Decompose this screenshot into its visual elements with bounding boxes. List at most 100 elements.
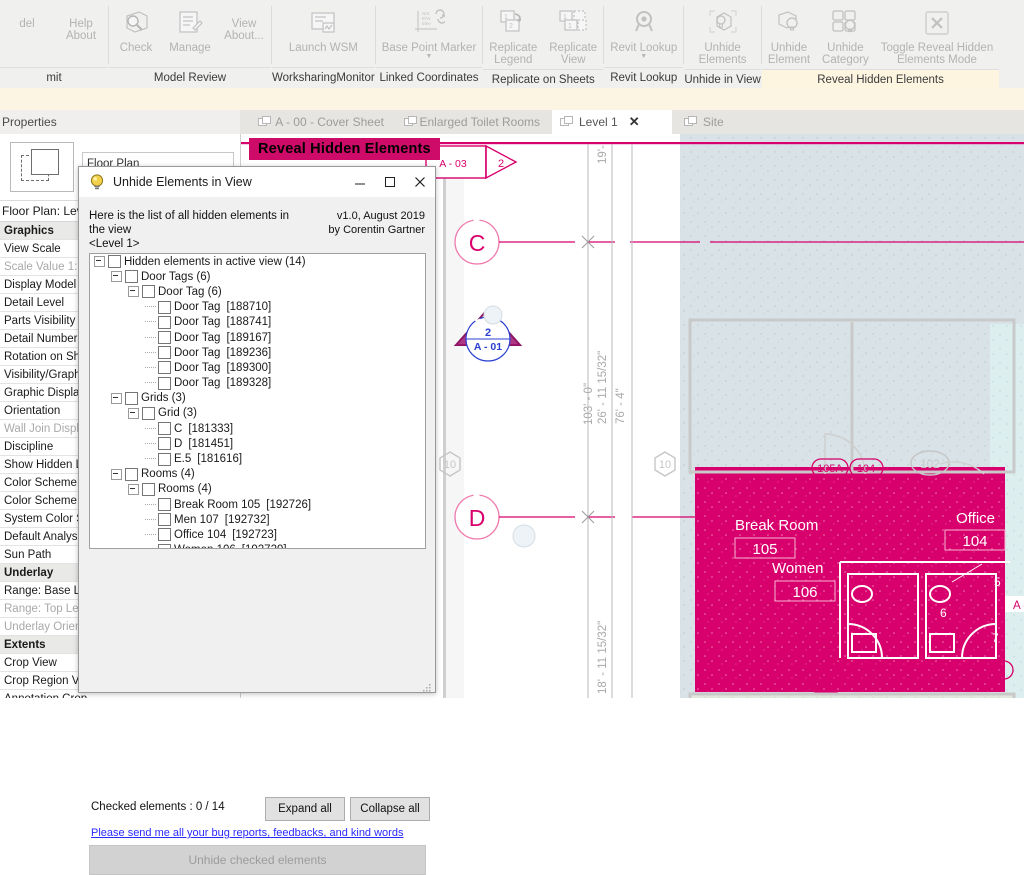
tree-node-checkbox[interactable] [158,422,171,436]
hidden-elements-tree[interactable]: Hidden elements in active view (14) Door … [89,253,426,549]
ribbon-button-manage[interactable]: Manage [163,4,217,56]
ribbon-button-label: Launch WSM [288,42,358,54]
ribbon: del Help About mit Check Manage View About...… [0,0,1024,90]
ribbon-group-items: 1 2 Replicate Legend 1 1 Replicate View [483,0,603,69]
tree-node-checkbox[interactable] [158,300,171,314]
tree-node-checkbox[interactable] [158,346,171,360]
check-model-icon [121,6,151,40]
tree-connector [145,306,156,308]
ribbon-button-base-point-marker[interactable]: N/S E/W Elev Base Point Marker ▼ [376,4,483,61]
tree-node[interactable]: Office 104 [192723] [90,527,425,542]
tree-node-checkbox[interactable] [158,452,171,466]
property-key: Annotation Crop [0,693,108,699]
chevron-down-icon[interactable]: ▼ [640,53,647,60]
tree-node[interactable]: Door Tag (6) [90,284,425,299]
view-tab-close-icon[interactable]: ✕ [629,114,640,130]
ribbon-group-items: Unhide Element Unhide Category Toggle Reve… [762,0,999,69]
tree-node-checkbox[interactable] [142,406,155,420]
unhide-checked-elements-button[interactable]: Unhide checked elements [89,845,426,875]
tree-node[interactable]: Break Room 105 [192726] [90,497,425,512]
tree-collapse-icon[interactable] [111,271,122,283]
svg-text:Elev: Elev [422,21,432,26]
dialog-intro-line1: Here is the list of all hidden elements … [89,210,290,236]
tree-node-checkbox[interactable] [125,270,138,284]
ribbon-group-items: N/S E/W Elev Base Point Marker ▼ [376,0,483,67]
ribbon-button-check[interactable]: Check [109,4,163,56]
tree-connector [145,366,156,369]
dialog-minimize-button[interactable] [345,168,375,197]
tree-node[interactable]: E.5 [181616] [90,451,425,466]
tree-node[interactable]: Hidden elements in active view (14) [90,254,425,269]
ribbon-button-unhide-element[interactable]: Unhide Element [762,4,816,69]
tree-connector [145,382,156,384]
tree-node-checkbox[interactable] [158,376,171,390]
tree-node-checkbox[interactable] [142,482,155,496]
tree-node[interactable]: Door Tag [188741] [90,315,425,330]
tree-collapse-icon[interactable] [111,468,122,480]
tree-node-checkbox[interactable] [158,498,171,512]
dialog-close-button[interactable] [405,168,435,197]
tree-node-checkbox[interactable] [158,315,171,329]
resize-grip[interactable] [422,680,432,692]
tree-node-checkbox[interactable] [158,437,171,451]
ribbon-button-view-about[interactable]: View About... [217,4,271,45]
tree-node[interactable]: Door Tag [188710] [90,300,425,315]
tree-node[interactable]: Door Tag [189236] [90,345,425,360]
view-tab-icon [684,116,698,128]
tree-node-checkbox[interactable] [125,467,138,481]
collapse-all-button[interactable]: Collapse all [350,797,430,821]
tree-node-checkbox[interactable] [158,513,171,527]
tree-node-checkbox[interactable] [125,391,138,405]
tree-node-checkbox[interactable] [158,528,171,542]
tree-node[interactable]: Rooms (4) [90,467,425,482]
ribbon-button-launch-wsm[interactable]: Launch WSM [283,4,364,56]
tree-node[interactable]: Door Tag [189328] [90,376,425,391]
ribbon-button-toggle-reveal-hidden-elements-mode[interactable]: Toggle Reveal Hidden Elements Mode [875,4,1000,69]
tree-node-checkbox[interactable] [158,543,171,548]
tree-node[interactable]: Door Tag [189167] [90,330,425,345]
tree-node-checkbox[interactable] [142,285,155,299]
ribbon-button-replicate-view[interactable]: 1 1 Replicate View [543,4,603,69]
dialog-title-bar[interactable]: Unhide Elements in View [79,167,435,198]
ribbon-button-label: Help About [65,18,97,43]
tree-node-checkbox[interactable] [108,255,121,269]
tree-node[interactable]: Grid (3) [90,406,425,421]
expand-all-button[interactable]: Expand all [265,797,345,821]
tree-node[interactable]: Door Tags (6) [90,269,425,284]
ribbon-button-revit-lookup[interactable]: Revit Lookup ▼ [604,4,683,61]
tree-node[interactable]: Men 107 [192732] [90,512,425,527]
view-tab-a-00-cover-sheet[interactable]: A - 00 - Cover Sheet [250,110,392,134]
tree-node-label: Grids (3) [141,392,186,405]
unhide-element-icon [774,6,804,40]
tree-node[interactable]: D [181451] [90,436,425,451]
revit-lookup-icon [629,6,659,40]
tree-collapse-icon[interactable] [128,407,139,419]
tree-node-element-id: [181616] [197,453,243,466]
view-tab-enlarged-toilet-rooms[interactable]: Enlarged Toilet Rooms [396,110,548,134]
tree-node[interactable]: Door Tag [189300] [90,360,425,375]
view-tab-level-1[interactable]: Level 1 ✕ [552,110,672,134]
room-number-105: 105 [752,541,777,558]
tree-node[interactable]: Rooms (4) [90,482,425,497]
tree-node[interactable]: C [181333] [90,421,425,436]
tree-node-checkbox[interactable] [158,361,171,375]
tree-collapse-icon[interactable] [94,256,105,268]
ribbon-button-del[interactable]: del [0,4,54,32]
tree-collapse-icon[interactable] [111,392,122,404]
tree-node-checkbox[interactable] [158,331,171,345]
tree-node-element-id: [189236] [226,346,272,359]
tree-node[interactable]: Grids (3) [90,391,425,406]
ribbon-group-items: Check Manage View About... [109,0,271,67]
tree-collapse-icon[interactable] [128,286,139,298]
unhide-elements-dialog[interactable]: Unhide Elements in View Here is the list… [78,166,436,875]
ribbon-button-help-about[interactable]: Help About [54,4,108,45]
feedback-link[interactable]: Please send me all your bug reports, fee… [91,827,403,839]
view-tab-site[interactable]: Site [676,110,738,134]
ribbon-button-unhide-elements[interactable]: Unhide Elements [693,4,753,69]
ribbon-button-unhide-category[interactable]: Unhide Category [816,4,875,69]
tree-collapse-icon[interactable] [128,483,139,495]
dialog-maximize-button[interactable] [375,168,405,197]
tree-node[interactable]: Women 106 [192729] [90,543,425,548]
chevron-down-icon[interactable]: ▼ [426,53,433,60]
ribbon-button-replicate-legend[interactable]: 1 2 Replicate Legend [483,4,543,69]
